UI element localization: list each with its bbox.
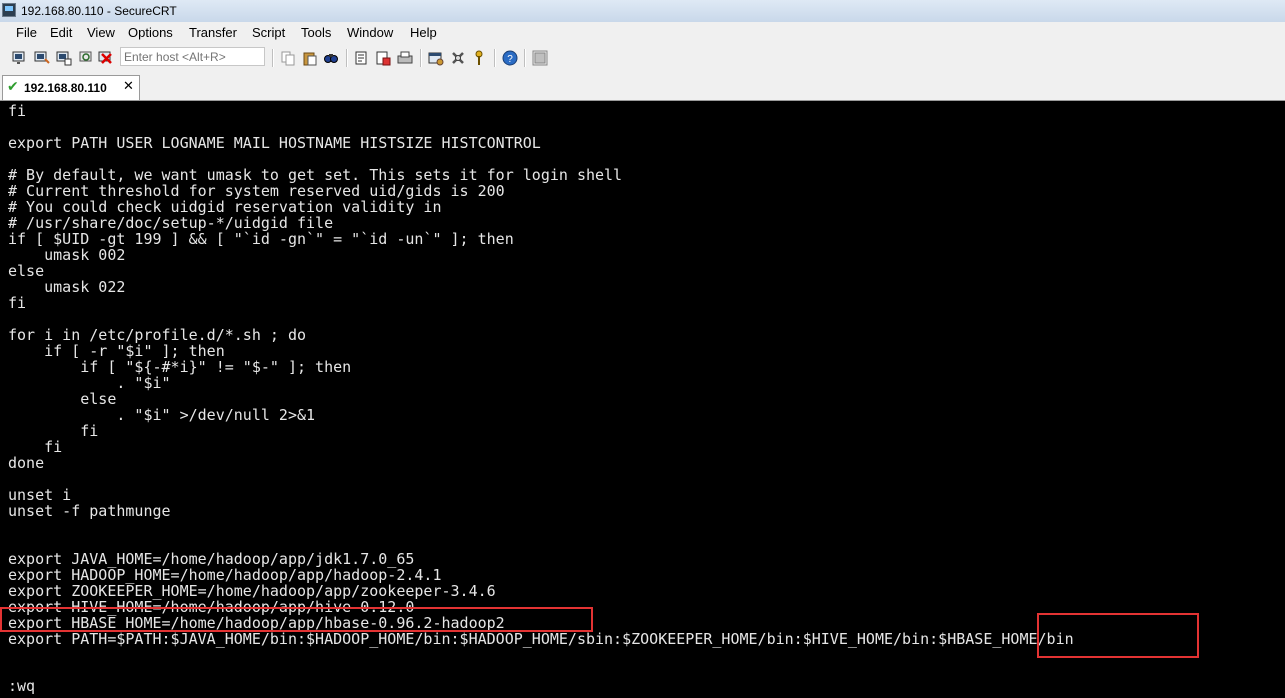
- global-options-icon[interactable]: [450, 50, 466, 66]
- svg-text:?: ?: [507, 54, 513, 65]
- paste-icon[interactable]: [302, 50, 318, 66]
- toolbar-separator: [420, 49, 422, 67]
- terminal-line: . "$i": [8, 374, 171, 392]
- highlight-hbase-home-line: [0, 607, 593, 632]
- menu-file[interactable]: File: [16, 25, 37, 40]
- window-title: 192.168.80.110 - SecureCRT: [21, 4, 177, 18]
- securecrt-icon: [2, 3, 16, 17]
- toolbar-separator: [346, 49, 348, 67]
- print-screen-icon[interactable]: [397, 50, 413, 66]
- terminal-line: # Current threshold for system reserved …: [8, 182, 505, 200]
- menu-bar: File Edit View Options Transfer Script T…: [0, 22, 1285, 44]
- print-icon[interactable]: [375, 50, 391, 66]
- terminal-line: fi: [8, 422, 99, 440]
- terminal-line: # By default, we want umask to get set. …: [8, 166, 623, 184]
- terminal-line: if [ -r "$i" ]; then: [8, 342, 225, 360]
- terminal-line: if [ "${-#*i}" != "$-" ]; then: [8, 358, 352, 376]
- terminal-line: fi: [8, 438, 63, 456]
- menu-help[interactable]: Help: [410, 25, 437, 40]
- tab-label: 192.168.80.110: [24, 81, 107, 95]
- menu-tools[interactable]: Tools: [301, 25, 331, 40]
- session-tab-bar: ✔ 192.168.80.110 ✕: [0, 72, 1285, 101]
- menu-view[interactable]: View: [87, 25, 115, 40]
- terminal-line: done: [8, 454, 45, 472]
- title-bar: 192.168.80.110 - SecureCRT: [0, 0, 1285, 23]
- toolbar-separator: [494, 49, 496, 67]
- menu-options[interactable]: Options: [128, 25, 173, 40]
- terminal-line: umask 002: [8, 246, 126, 264]
- close-icon[interactable]: ✕: [123, 79, 134, 94]
- terminal-line: unset -f pathmunge: [8, 502, 171, 520]
- tab-session[interactable]: ✔ 192.168.80.110 ✕: [2, 75, 140, 100]
- menu-edit[interactable]: Edit: [50, 25, 72, 40]
- toolbar-separator: [524, 49, 526, 67]
- connect-icon[interactable]: [12, 50, 28, 66]
- print-setup-icon[interactable]: [354, 50, 370, 66]
- terminal-line: fi: [8, 102, 27, 120]
- terminal-line: # You could check uidgid reservation val…: [8, 198, 442, 216]
- terminal-line: unset i: [8, 486, 72, 504]
- terminal-line: umask 022: [8, 278, 126, 296]
- menu-transfer[interactable]: Transfer: [189, 25, 237, 40]
- terminal-line: . "$i" >/dev/null 2>&1: [8, 406, 316, 424]
- toolbar: ?: [0, 44, 1285, 73]
- enter-host-input[interactable]: [120, 47, 265, 66]
- terminal-line: fi: [8, 294, 27, 312]
- terminal-line: else: [8, 390, 117, 408]
- terminal-line: :wq: [8, 677, 36, 695]
- terminal-line: else: [8, 262, 45, 280]
- terminal-line: export PATH=$PATH:$JAVA_HOME/bin:$HADOOP…: [8, 630, 1074, 648]
- find-icon[interactable]: [323, 50, 339, 66]
- terminal-line: if [ $UID -gt 199 ] && [ "`id -gn`" = "`…: [8, 230, 514, 248]
- terminal-line: export HADOOP_HOME=/home/hadoop/app/hado…: [8, 566, 442, 584]
- map-icon[interactable]: [532, 50, 548, 66]
- terminal-line: for i in /etc/profile.d/*.sh ; do: [8, 326, 307, 344]
- check-icon: ✔: [7, 79, 19, 95]
- terminal-view[interactable]: fi export PATH USER LOGNAME MAIL HOSTNAME…: [0, 101, 1285, 698]
- reconnect-icon[interactable]: [78, 50, 94, 66]
- copy-icon[interactable]: [280, 50, 296, 66]
- toolbar-separator: [272, 49, 274, 67]
- key-icon[interactable]: [471, 50, 487, 66]
- quick-connect-icon[interactable]: [34, 50, 50, 66]
- disconnect-icon[interactable]: [98, 50, 114, 66]
- menu-window[interactable]: Window: [347, 25, 393, 40]
- help-icon[interactable]: ?: [502, 50, 518, 66]
- terminal-line: export JAVA_HOME=/home/hadoop/app/jdk1.7…: [8, 550, 415, 568]
- menu-script[interactable]: Script: [252, 25, 285, 40]
- terminal-line: export PATH USER LOGNAME MAIL HOSTNAME H…: [8, 134, 541, 152]
- terminal-line: export ZOOKEEPER_HOME=/home/hadoop/app/z…: [8, 582, 496, 600]
- session-options-icon[interactable]: [428, 50, 444, 66]
- connect-in-tab-icon[interactable]: [56, 50, 72, 66]
- highlight-hbase-bin-path: [1037, 613, 1199, 658]
- terminal-line: # /usr/share/doc/setup-*/uidgid file: [8, 214, 334, 232]
